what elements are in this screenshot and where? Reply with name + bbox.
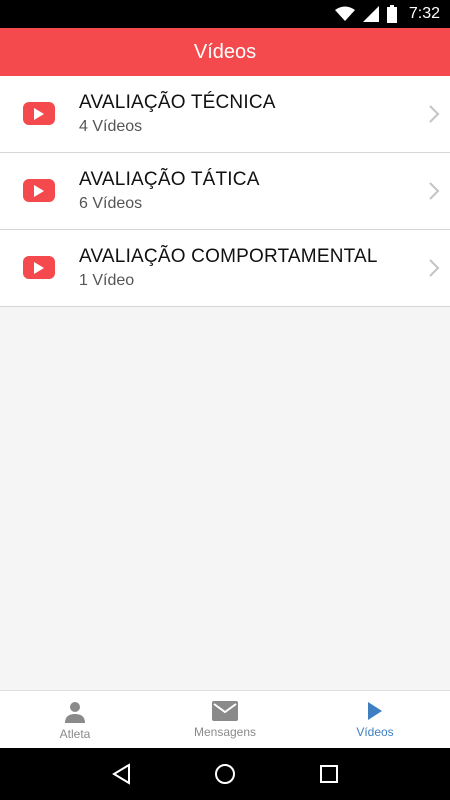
tab-label: Vídeos [356,725,394,739]
list-item-subtitle: 4 Vídeos [79,118,143,135]
mail-icon [212,701,238,721]
back-icon[interactable] [111,763,131,785]
list-item-title: AVALIAÇÃO TÉCNICA [79,92,276,113]
list-item-avaliacao-comportamental[interactable]: AVALIAÇÃO COMPORTAMENTAL 1 Vídeo [0,230,450,307]
signal-icon [362,6,379,22]
list-item-avaliacao-tecnica[interactable]: AVALIAÇÃO TÉCNICA 4 Vídeos [0,76,450,153]
list-item-avaliacao-tatica[interactable]: AVALIAÇÃO TÁTICA 6 Vídeos [0,153,450,230]
app-bar: Vídeos [0,28,450,76]
tab-label: Atleta [59,727,91,741]
wifi-icon [334,6,355,21]
youtube-icon [23,256,55,279]
clock: 7:32 [408,5,440,22]
list-item-subtitle: 6 Vídeos [79,195,143,212]
chevron-right-icon [429,182,440,200]
bottom-nav: Atleta Mensagens Vídeos [0,690,450,748]
chevron-right-icon [429,105,440,123]
chevron-right-icon [429,259,440,277]
tab-videos[interactable]: Vídeos [300,691,450,748]
page-title: Vídeos [193,40,257,63]
play-icon [368,702,382,720]
status-bar: 7:32 [0,0,450,28]
tab-atleta[interactable]: Atleta [0,691,150,748]
recents-icon[interactable] [319,764,339,784]
youtube-icon [23,179,55,202]
battery-icon [386,5,397,23]
video-category-list: AVALIAÇÃO TÉCNICA 4 Vídeos AVALIAÇÃO TÁT… [0,76,450,307]
system-navigation-bar [0,748,450,800]
person-icon [65,702,85,723]
list-item-title: AVALIAÇÃO COMPORTAMENTAL [79,246,378,267]
home-icon[interactable] [214,763,236,785]
youtube-icon [23,102,55,125]
tab-label: Mensagens [193,725,257,739]
list-item-subtitle: 1 Vídeo [79,272,135,289]
tab-mensagens[interactable]: Mensagens [150,691,300,748]
list-item-title: AVALIAÇÃO TÁTICA [79,169,260,190]
